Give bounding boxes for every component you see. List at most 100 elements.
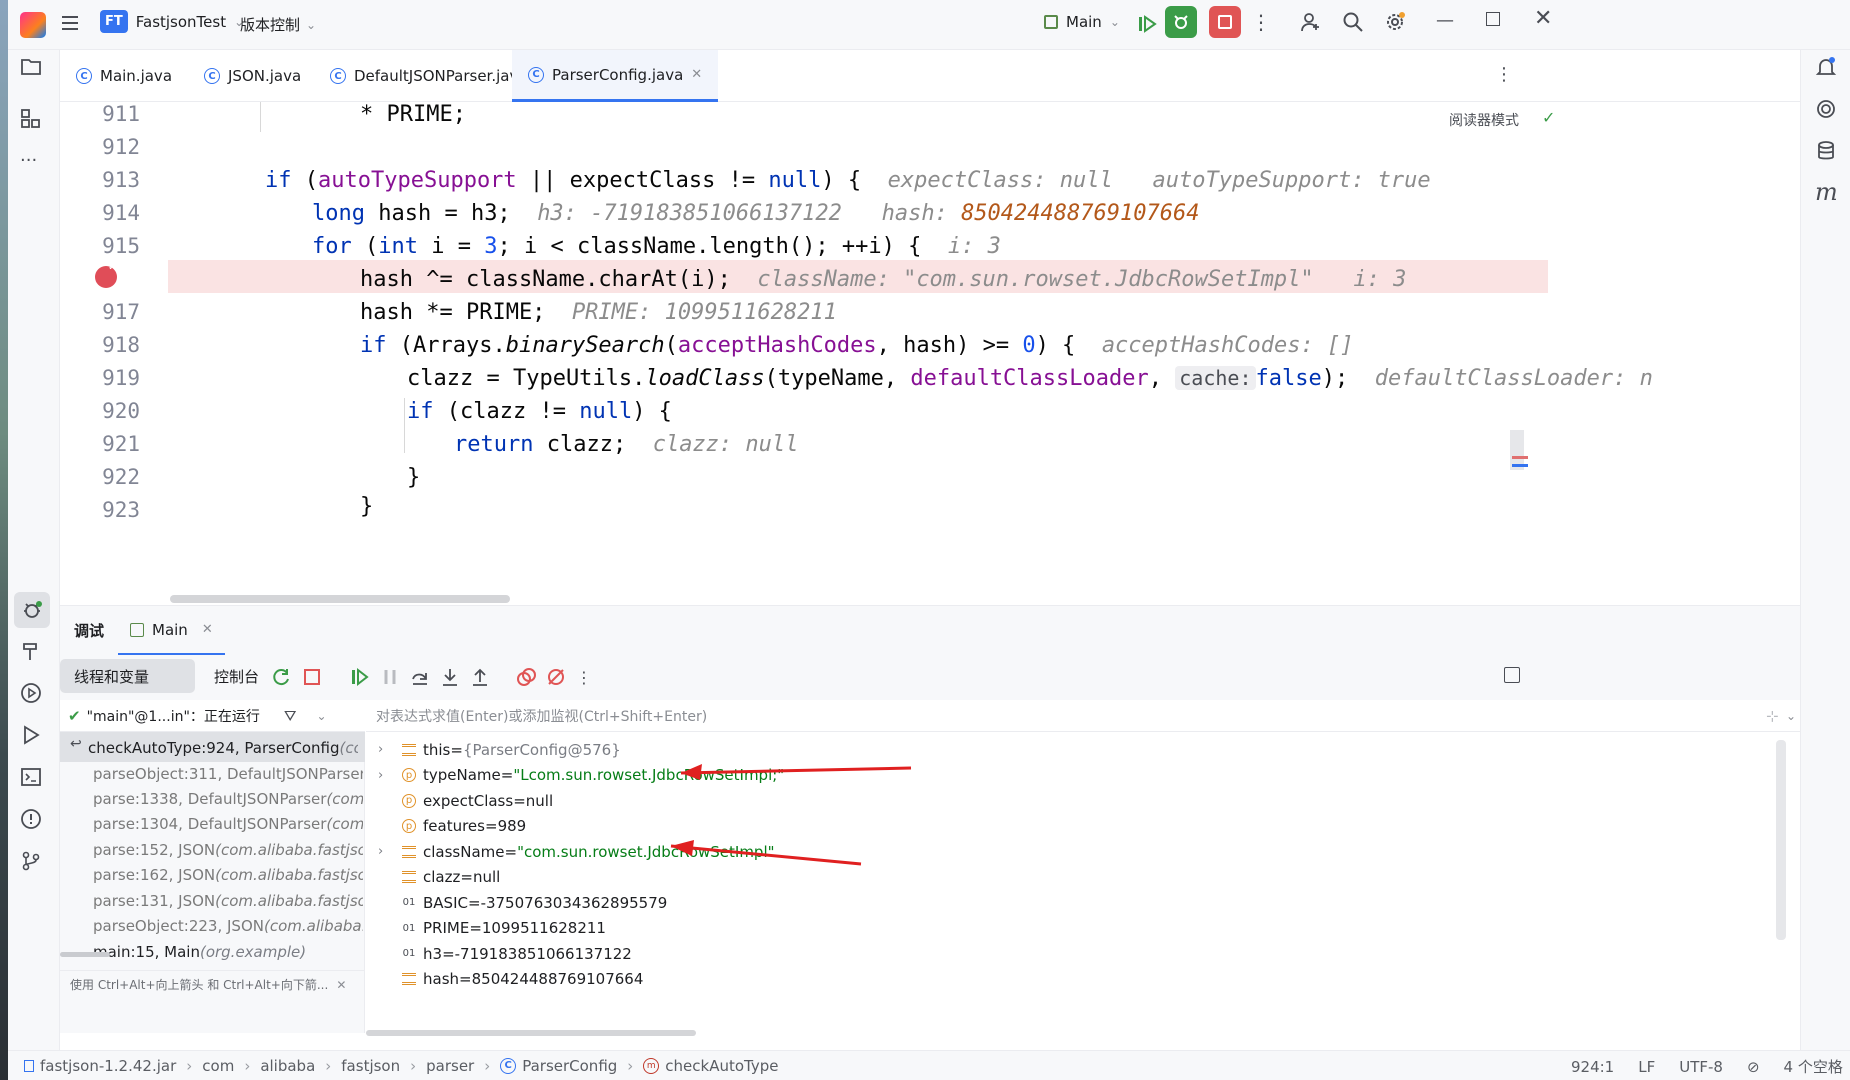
- readonly-toggle-icon[interactable]: ⊘: [1747, 1058, 1760, 1076]
- more-vertical-icon[interactable]: ⋮: [1251, 10, 1271, 34]
- settings-gear-icon[interactable]: [1384, 11, 1406, 33]
- breadcrumb-item[interactable]: fastjson: [341, 1057, 400, 1075]
- desktop-edge: [0, 0, 8, 1080]
- minimize-icon[interactable]: —: [1436, 10, 1454, 31]
- frame-item[interactable]: checkAutoType:924, ParserConfig (co: [88, 733, 358, 762]
- primitive-icon: 01: [402, 897, 416, 908]
- search-icon[interactable]: [1342, 11, 1364, 33]
- project-selector[interactable]: FT FastjsonTest ⌄: [100, 10, 244, 33]
- caret-position[interactable]: 924:1: [1571, 1058, 1614, 1076]
- tab-threads-variables[interactable]: 线程和变量: [74, 666, 149, 687]
- tab-json-java[interactable]: C JSON.java: [188, 50, 317, 102]
- variable-name: clazz: [423, 868, 461, 886]
- problems-icon[interactable]: [20, 808, 42, 830]
- chevron-down-icon[interactable]: ⌄: [317, 709, 327, 723]
- tab-main-java[interactable]: C Main.java: [60, 50, 188, 102]
- filter-icon[interactable]: ⛛: [284, 707, 297, 725]
- layout-icon[interactable]: [1504, 667, 1520, 683]
- git-icon[interactable]: [20, 850, 42, 872]
- expand-chevron-icon[interactable]: ›: [378, 844, 402, 859]
- indent-setting[interactable]: 4 个空格: [1784, 1056, 1843, 1077]
- run-config-label: Main: [1066, 13, 1102, 31]
- variables-scrollbar[interactable]: [1776, 740, 1786, 940]
- close-session-icon[interactable]: ✕: [202, 622, 213, 637]
- indent-guide: [260, 102, 261, 132]
- close-hint-icon[interactable]: ✕: [336, 978, 346, 992]
- add-user-icon[interactable]: [1300, 11, 1322, 33]
- step-over-icon[interactable]: [410, 667, 430, 687]
- horizontal-scrollbar[interactable]: [170, 595, 510, 603]
- database-icon[interactable]: [1815, 140, 1837, 162]
- variable-name: expectClass: [423, 791, 514, 810]
- structure-icon[interactable]: [20, 108, 42, 130]
- close-window-icon[interactable]: ✕: [1534, 6, 1552, 31]
- tab-console[interactable]: 控制台: [214, 666, 259, 687]
- run-icon[interactable]: [20, 724, 42, 746]
- services-icon[interactable]: [20, 682, 42, 704]
- more-horizontal-icon[interactable]: ···: [20, 150, 37, 171]
- tab-debug-session-main[interactable]: Main ✕: [118, 606, 225, 656]
- variable-row[interactable]: hash = 850424488769107664: [366, 965, 643, 994]
- class-icon: C: [204, 68, 220, 84]
- evaluate-expression-field[interactable]: 对表达式求值(Enter)或添加监视(Ctrl+Shift+Enter) ⊹ ⌄: [366, 700, 1800, 732]
- build-hammer-icon[interactable]: [20, 640, 42, 662]
- frames-scrollbar[interactable]: [60, 952, 110, 957]
- inline-hint-changed: 850424488769107664: [961, 201, 1200, 226]
- breadcrumb-separator-icon: ›: [627, 1056, 634, 1075]
- file-encoding[interactable]: UTF-8: [1679, 1058, 1723, 1076]
- notifications-bell-icon[interactable]: [1815, 56, 1837, 78]
- code-line-920: if (clazz != null) {: [407, 399, 672, 424]
- restore-icon[interactable]: [1486, 12, 1500, 26]
- code-editor[interactable]: 阅读器模式 ✓ 910 911 912 913 914 915 ✓ 917 91…: [60, 102, 1800, 605]
- breadcrumb-item[interactable]: checkAutoType: [665, 1057, 778, 1075]
- tab-defaultjsonparser-java[interactable]: C DefaultJSONParser.java: [314, 50, 544, 102]
- intellij-logo-icon[interactable]: [20, 12, 46, 38]
- variable-name: className: [423, 842, 505, 861]
- variable-name: h3: [423, 944, 443, 963]
- vcs-label: 版本控制: [240, 16, 301, 34]
- line-separator[interactable]: LF: [1638, 1058, 1655, 1076]
- frame-item[interactable]: main:15, Main (org.example): [93, 937, 363, 966]
- add-watch-icon[interactable]: ⊹: [1766, 707, 1779, 725]
- frame-item[interactable]: parseObject:223, JSON (com.alibaba.f: [93, 911, 363, 940]
- hamburger-menu-icon[interactable]: [60, 13, 80, 33]
- run-config-selector[interactable]: Main ⌄: [1044, 13, 1120, 31]
- resume-icon[interactable]: [350, 667, 370, 687]
- stop-button[interactable]: [1209, 6, 1241, 38]
- terminal-icon[interactable]: [20, 766, 42, 788]
- close-tab-icon[interactable]: ✕: [691, 67, 702, 82]
- chevron-down-icon[interactable]: ⌄: [1786, 709, 1796, 723]
- project-folder-icon[interactable]: [20, 56, 42, 76]
- thread-selector[interactable]: ✔ "main"@1...in"：正在运行 ⛛ ⌄: [60, 700, 365, 732]
- breadcrumb-item[interactable]: parser: [426, 1057, 474, 1075]
- expand-chevron-icon[interactable]: ›: [378, 742, 402, 757]
- breadcrumb-item[interactable]: alibaba: [260, 1057, 315, 1075]
- variables-horizontal-scrollbar[interactable]: [366, 1030, 696, 1036]
- reader-mode-toggle[interactable]: 阅读器模式: [1449, 110, 1519, 130]
- maven-icon[interactable]: m: [1815, 178, 1838, 206]
- breadcrumb-item[interactable]: com: [202, 1057, 234, 1075]
- expand-chevron-icon[interactable]: ›: [378, 768, 402, 783]
- step-into-icon[interactable]: [440, 667, 460, 687]
- debug-tool-icon[interactable]: [14, 592, 50, 628]
- tab-parserconfig-java[interactable]: C ParserConfig.java ✕: [512, 50, 719, 102]
- breadcrumb-item[interactable]: ParserConfig: [522, 1057, 617, 1075]
- frame-item[interactable]: parse:162, JSON (com.alibaba.fastjsor: [93, 860, 363, 889]
- vcs-menu[interactable]: 版本控制 ⌄: [240, 14, 316, 35]
- resume-program-icon[interactable]: [1136, 13, 1158, 35]
- more-tabs-icon[interactable]: ⋮: [1495, 64, 1513, 85]
- rerun-icon[interactable]: [272, 667, 292, 687]
- code-line-916: hash ^= className.charAt(i); className: …: [360, 267, 1407, 292]
- mute-breakpoints-icon[interactable]: [546, 667, 566, 687]
- parameter-icon: p: [402, 793, 416, 808]
- debug-rerun-button[interactable]: [1165, 6, 1197, 38]
- line-number: 913: [102, 168, 140, 192]
- stop-icon[interactable]: [302, 667, 322, 687]
- step-out-icon[interactable]: [470, 667, 490, 687]
- ai-assistant-icon[interactable]: [1815, 98, 1837, 120]
- breadcrumb-item[interactable]: fastjson-1.2.42.jar: [40, 1057, 176, 1075]
- view-breakpoints-icon[interactable]: [516, 667, 536, 687]
- pause-icon[interactable]: [380, 667, 400, 687]
- frame-item[interactable]: parse:1304, DefaultJSONParser (com.: [93, 809, 363, 838]
- more-vertical-icon[interactable]: ⋮: [576, 668, 592, 687]
